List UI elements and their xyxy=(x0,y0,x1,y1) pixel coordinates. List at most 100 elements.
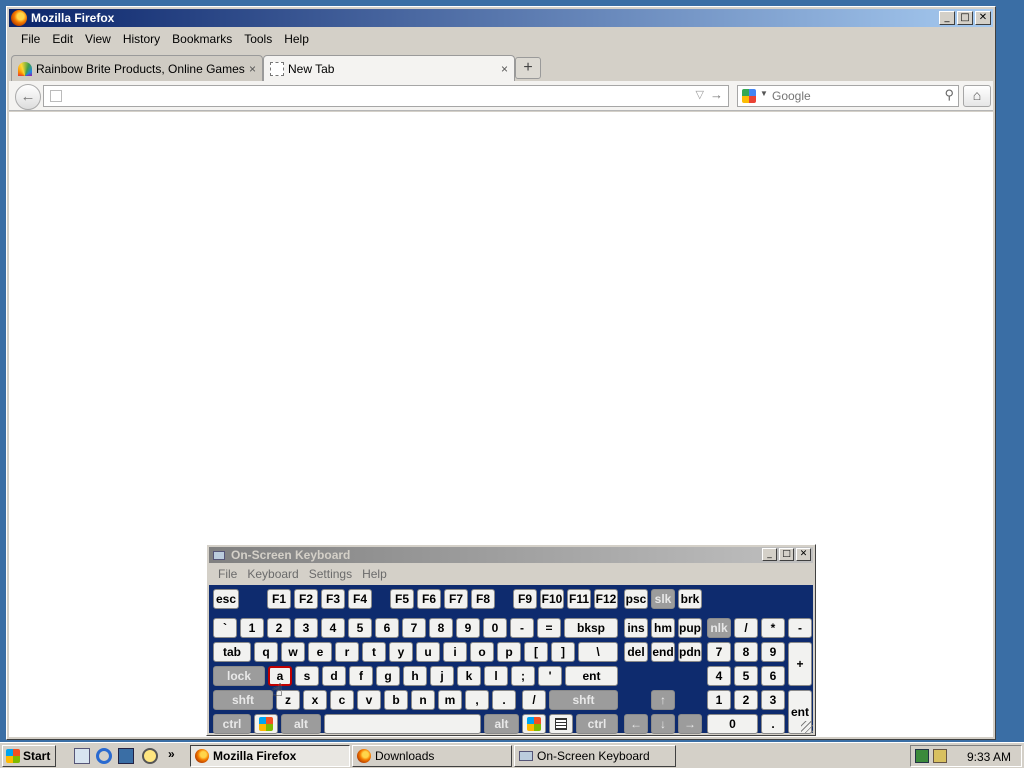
key-9[interactable]: 9 xyxy=(456,618,480,638)
key-e[interactable]: e xyxy=(308,642,332,662)
key-windows[interactable] xyxy=(254,714,278,734)
task-downloads[interactable]: Downloads xyxy=(352,745,512,767)
key-tab[interactable]: tab xyxy=(213,642,251,662)
menu-edit[interactable]: Edit xyxy=(46,32,79,46)
key-2c[interactable]: , xyxy=(465,690,489,710)
menu-help[interactable]: Help xyxy=(278,32,315,46)
key-2d[interactable]: - xyxy=(788,618,812,638)
key-alt[interactable]: alt xyxy=(484,714,519,734)
key-n[interactable]: n xyxy=(411,690,435,710)
key-6[interactable]: 6 xyxy=(375,618,399,638)
key-5[interactable]: 5 xyxy=(734,666,758,686)
clock[interactable]: 9:33 AM xyxy=(967,750,1011,764)
new-tab-button[interactable]: + xyxy=(515,57,541,79)
key-2e[interactable]: . xyxy=(492,690,516,710)
key-6[interactable]: 6 xyxy=(761,666,785,686)
key-end[interactable]: end xyxy=(651,642,675,662)
key-brk[interactable]: brk xyxy=(678,589,702,609)
key-x[interactable]: x xyxy=(303,690,327,710)
key-windows[interactable] xyxy=(522,714,546,734)
tab-close-icon[interactable]: × xyxy=(501,62,508,76)
home-icon[interactable]: ⌂ xyxy=(963,85,991,107)
key-alt[interactable]: alt xyxy=(281,714,321,734)
resize-grip[interactable] xyxy=(801,721,813,733)
key-s[interactable]: s xyxy=(295,666,319,686)
osk-menu-settings[interactable]: Settings xyxy=(304,567,357,581)
quicklaunch-more-icon[interactable]: » xyxy=(168,747,175,761)
key-shft[interactable]: shft xyxy=(213,690,273,710)
key-c[interactable]: c xyxy=(330,690,354,710)
key-F3[interactable]: F3 xyxy=(321,589,345,609)
key-F10[interactable]: F10 xyxy=(540,589,564,609)
key-l[interactable]: l xyxy=(484,666,508,686)
key-r[interactable]: r xyxy=(335,642,359,662)
key-slk[interactable]: slk xyxy=(651,589,675,609)
magnifier-icon[interactable]: ⚲ xyxy=(944,87,954,103)
key-lock[interactable]: lock xyxy=(213,666,265,686)
key-m[interactable]: m xyxy=(438,690,462,710)
key-psc[interactable]: psc xyxy=(624,589,648,609)
key-F11[interactable]: F11 xyxy=(567,589,591,609)
key-a[interactable]: a xyxy=(268,666,292,686)
menu-tools[interactable]: Tools xyxy=(238,32,278,46)
key-pdn[interactable]: pdn xyxy=(678,642,702,662)
osk-close-button[interactable]: ✕ xyxy=(796,548,811,561)
key-7[interactable]: 7 xyxy=(402,618,426,638)
engine-dropdown-icon[interactable]: ▼ xyxy=(760,89,768,98)
search-bar[interactable]: ▼ ⚲ xyxy=(737,85,959,107)
key-3[interactable]: 3 xyxy=(294,618,318,638)
url-dropdown-icon[interactable]: ▽ xyxy=(696,88,704,101)
key-p[interactable]: p xyxy=(497,642,521,662)
key-pup[interactable]: pup xyxy=(678,618,702,638)
maximize-button[interactable]: □ xyxy=(957,11,973,25)
key-nlk[interactable]: nlk xyxy=(707,618,731,638)
search-icon[interactable] xyxy=(142,748,158,764)
tab-close-icon[interactable]: × xyxy=(249,62,256,76)
url-bar[interactable]: ▽ → xyxy=(43,85,729,107)
key-t[interactable]: t xyxy=(362,642,386,662)
key-u[interactable]: u xyxy=(416,642,440,662)
key-F5[interactable]: F5 xyxy=(390,589,414,609)
key-y[interactable]: y xyxy=(389,642,413,662)
key-2[interactable]: 2 xyxy=(734,690,758,710)
key-1[interactable]: 1 xyxy=(240,618,264,638)
key-2192[interactable]: → xyxy=(678,714,702,734)
key-60[interactable]: ` xyxy=(213,618,237,638)
osk-menu-file[interactable]: File xyxy=(213,567,242,581)
key-del[interactable]: del xyxy=(624,642,648,662)
key-f[interactable]: f xyxy=(349,666,373,686)
key-esc[interactable]: esc xyxy=(213,589,239,609)
key-ins[interactable]: ins xyxy=(624,618,648,638)
key-F8[interactable]: F8 xyxy=(471,589,495,609)
key-2d[interactable]: - xyxy=(510,618,534,638)
key-b[interactable]: b xyxy=(384,690,408,710)
key-0[interactable]: 0 xyxy=(707,714,758,734)
key-4[interactable]: 4 xyxy=(321,618,345,638)
key-F2[interactable]: F2 xyxy=(294,589,318,609)
tab-rainbow-brite[interactable]: Rainbow Brite Products, Online Games, D.… xyxy=(11,55,263,81)
show-desktop-icon[interactable] xyxy=(74,748,90,764)
key-d[interactable]: d xyxy=(322,666,346,686)
minimize-button[interactable]: _ xyxy=(939,11,955,25)
close-button[interactable]: ✕ xyxy=(975,11,991,25)
network-icon[interactable] xyxy=(915,749,929,763)
osk-maximize-button[interactable]: □ xyxy=(779,548,794,561)
key-shft[interactable]: shft xyxy=(549,690,618,710)
key-i[interactable]: i xyxy=(443,642,467,662)
key-9[interactable]: 9 xyxy=(761,642,785,662)
osk-titlebar[interactable]: On-Screen Keyboard _ □ ✕ xyxy=(209,547,813,563)
google-icon[interactable] xyxy=(742,89,756,103)
key-3b[interactable]: ; xyxy=(511,666,535,686)
osk-minimize-button[interactable]: _ xyxy=(762,548,777,561)
osk-menu-keyboard[interactable]: Keyboard xyxy=(242,567,303,581)
key-3[interactable]: 3 xyxy=(761,690,785,710)
menu-file[interactable]: File xyxy=(15,32,46,46)
key-bksp[interactable]: bksp xyxy=(564,618,618,638)
key-2a[interactable]: * xyxy=(761,618,785,638)
internet-explorer-icon[interactable] xyxy=(96,748,112,764)
go-arrow-icon[interactable]: → xyxy=(710,87,723,102)
url-input[interactable] xyxy=(68,88,678,104)
key-menu[interactable] xyxy=(549,714,573,734)
key-5d[interactable]: ] xyxy=(551,642,575,662)
firefox-titlebar[interactable]: Mozilla Firefox _ □ ✕ xyxy=(9,9,993,27)
